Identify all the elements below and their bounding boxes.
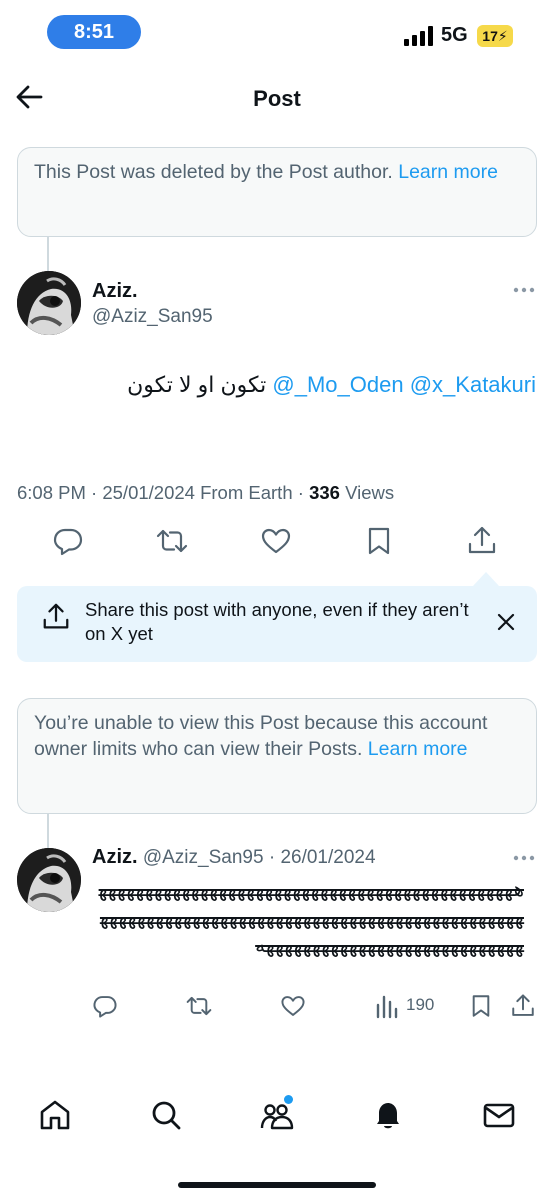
signal-icon bbox=[404, 26, 433, 46]
bookmark-icon[interactable] bbox=[363, 525, 395, 557]
post-time: 6:08 PM bbox=[17, 482, 86, 503]
network-type: 5G bbox=[441, 24, 468, 46]
post-location: From Earth bbox=[200, 482, 293, 503]
avatar-image bbox=[17, 271, 81, 335]
views-label: Views bbox=[345, 482, 395, 503]
reply-text: هههههههههههههههههههههههههههههههههههههههه… bbox=[98, 879, 525, 957]
battery-indicator: 17 ⚡ bbox=[477, 25, 513, 47]
share-icon[interactable] bbox=[466, 525, 498, 557]
deleted-post-notice: This Post was deleted by the Post author… bbox=[17, 147, 537, 237]
search-icon[interactable] bbox=[149, 1098, 183, 1132]
reply-author-handle[interactable]: @Aziz_San95 bbox=[143, 847, 264, 868]
communities-badge bbox=[284, 1095, 293, 1104]
deleted-notice-text: This Post was deleted by the Post author… bbox=[34, 161, 399, 183]
thread-line bbox=[47, 814, 49, 848]
share-banner-pointer bbox=[473, 572, 499, 586]
home-icon[interactable] bbox=[38, 1098, 72, 1132]
reply-date: 26/01/2024 bbox=[280, 847, 376, 868]
bottom-tab-bar bbox=[0, 1090, 554, 1146]
reply-author-name[interactable]: Aziz. bbox=[92, 846, 138, 868]
battery-level: 17 bbox=[482, 28, 498, 44]
avatar[interactable] bbox=[17, 848, 81, 912]
repost-icon[interactable] bbox=[186, 993, 212, 1019]
status-bar: 8:51 5G 17 ⚡ bbox=[0, 0, 554, 64]
post-text: تكون او لا تكون @_Mo_Oden @x_Katakuri bbox=[127, 372, 536, 398]
author-handle[interactable]: @Aziz_San95 bbox=[92, 306, 213, 328]
bookmark-icon[interactable] bbox=[468, 993, 494, 1019]
reply-views-count: 190 bbox=[406, 995, 435, 1014]
learn-more-link[interactable]: Learn more bbox=[368, 738, 468, 760]
heart-icon[interactable] bbox=[280, 993, 306, 1019]
thread-line bbox=[47, 237, 49, 271]
bar-chart-icon[interactable] bbox=[374, 993, 398, 1019]
author-name[interactable]: Aziz. bbox=[92, 280, 138, 303]
learn-more-link[interactable]: Learn more bbox=[398, 161, 498, 183]
status-time: 8:51 bbox=[47, 15, 141, 49]
share-banner: Share this post with anyone, even if the… bbox=[17, 586, 537, 662]
reply-header: Aziz. @Aziz_San95 · 26/01/2024 bbox=[92, 846, 376, 868]
top-nav: Post bbox=[0, 70, 554, 126]
more-horizontal-icon[interactable] bbox=[513, 286, 535, 294]
reply-actions: 190 bbox=[0, 993, 554, 1023]
views-count: 336 bbox=[309, 482, 340, 503]
repost-icon[interactable] bbox=[156, 525, 188, 557]
page-title: Post bbox=[253, 86, 301, 111]
charging-icon: ⚡ bbox=[497, 27, 508, 44]
bell-icon[interactable] bbox=[371, 1098, 405, 1132]
post-date: 25/01/2024 bbox=[102, 482, 195, 503]
mention-x-katakuri[interactable]: @x_Katakuri bbox=[410, 372, 536, 397]
post-text-arabic: تكون او لا تكون bbox=[127, 372, 267, 397]
reply-icon[interactable] bbox=[92, 993, 118, 1019]
envelope-icon[interactable] bbox=[482, 1098, 516, 1132]
avatar-image bbox=[17, 848, 81, 912]
share-icon[interactable] bbox=[510, 993, 536, 1019]
reply-icon[interactable] bbox=[52, 525, 84, 557]
more-horizontal-icon[interactable] bbox=[513, 854, 535, 862]
post-actions bbox=[0, 525, 554, 561]
close-icon[interactable] bbox=[496, 612, 516, 632]
share-icon bbox=[43, 603, 69, 629]
limited-view-notice: You’re unable to view this Post because … bbox=[17, 698, 537, 814]
mention-mo-oden[interactable]: @_Mo_Oden bbox=[272, 372, 403, 397]
avatar[interactable] bbox=[17, 271, 81, 335]
home-indicator bbox=[178, 1182, 376, 1188]
heart-icon[interactable] bbox=[260, 525, 292, 557]
post-meta: 6:08 PM · 25/01/2024 From Earth · 336 Vi… bbox=[17, 482, 395, 503]
share-banner-text: Share this post with anyone, even if the… bbox=[85, 599, 469, 644]
